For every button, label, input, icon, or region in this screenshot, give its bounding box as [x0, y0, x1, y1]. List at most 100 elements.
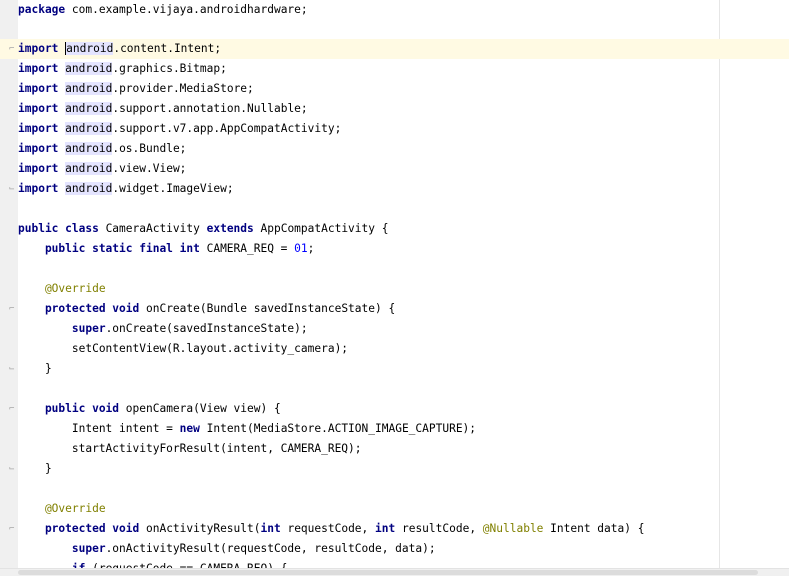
code-text: .view.View; — [112, 162, 187, 175]
code-line-import-2[interactable]: import android.graphics.Bitmap; — [0, 59, 789, 79]
code-line-oncreate-body-1[interactable]: super.onCreate(savedInstanceState); — [0, 319, 789, 339]
code-line-import-6[interactable]: import android.os.Bundle; — [0, 139, 789, 159]
code-text: requestCode, — [280, 522, 376, 535]
code-line-onactivity-body-1[interactable]: super.onActivityResult(requestCode, resu… — [0, 539, 789, 559]
line-text: import android.os.Bundle; — [18, 141, 186, 157]
code-text: .onCreate(savedInstanceState); — [105, 322, 308, 335]
line-text: import android.widget.ImageView; — [18, 181, 234, 197]
code-line-package[interactable]: package com.example.vijaya.androidhardwa… — [0, 0, 789, 20]
line-text: super.onActivityResult(requestCode, resu… — [18, 541, 436, 557]
code-text: onCreate(Bundle savedInstanceState) { — [139, 302, 396, 315]
line-text: package com.example.vijaya.androidhardwa… — [18, 2, 308, 18]
keyword: public void — [18, 402, 120, 415]
line-text: public static final int CAMERA_REQ = 01; — [18, 241, 314, 257]
code-text: onActivityResult( — [139, 522, 261, 535]
code-line-field[interactable]: public static final int CAMERA_REQ = 01; — [0, 239, 789, 259]
code-line-close-1[interactable]: ⌙ } — [0, 359, 789, 379]
code-line-import-7[interactable]: import android.view.View; — [0, 159, 789, 179]
scrollbar-thumb[interactable] — [18, 570, 758, 575]
keyword: protected void — [18, 522, 140, 535]
line-text: import android.graphics.Bitmap; — [18, 61, 227, 77]
code-line-import-4[interactable]: import android.support.annotation.Nullab… — [0, 99, 789, 119]
keyword: import — [18, 162, 59, 175]
keyword: super — [18, 542, 106, 555]
keyword: int — [260, 522, 281, 535]
annotation-text: @Override — [18, 282, 106, 295]
identifier-highlight: android — [65, 162, 113, 175]
keyword: extends — [206, 222, 254, 235]
fold-marker-icon[interactable]: ⌐ — [9, 45, 16, 54]
line-text: import android.content.Intent; — [18, 41, 221, 57]
code-line-opencamera-body-2[interactable]: startActivityForResult(intent, CAMERA_RE… — [0, 439, 789, 459]
code-line-onactivity-sig[interactable]: ⌐ protected void onActivityResult(int re… — [0, 519, 789, 539]
code-editor[interactable]: package com.example.vijaya.androidhardwa… — [0, 0, 789, 575]
code-line-import-5[interactable]: import android.support.v7.app.AppCompatA… — [0, 119, 789, 139]
code-text: CameraActivity — [98, 222, 207, 235]
keyword: import — [18, 62, 59, 75]
code-line-close-2[interactable]: ⌙ } — [0, 459, 789, 479]
code-line-oncreate-body-2[interactable]: setContentView(R.layout.activity_camera)… — [0, 339, 789, 359]
number-literal: 01 — [294, 242, 308, 255]
annotation-text: @Override — [18, 502, 106, 515]
keyword: import — [18, 82, 59, 95]
line-text: import android.view.View; — [18, 161, 186, 177]
code-line-override-1[interactable]: @Override — [0, 279, 789, 299]
keyword: import — [18, 122, 59, 135]
keyword: package — [18, 3, 66, 16]
code-text: resultCode, — [395, 522, 483, 535]
keyword: import — [18, 182, 59, 195]
keyword: public class — [18, 222, 99, 235]
fold-marker-icon[interactable]: ⌙ — [9, 465, 16, 474]
code-text: Intent data) { — [543, 522, 645, 535]
annotation-text: @Nullable — [482, 522, 544, 535]
line-text: super.onCreate(savedInstanceState); — [18, 321, 308, 337]
line-text: public class CameraActivity extends AppC… — [18, 221, 388, 237]
identifier-highlight: android — [65, 122, 113, 135]
line-text: public void openCamera(View view) { — [18, 401, 281, 417]
keyword: new — [179, 422, 200, 435]
fold-marker-icon[interactable]: ⌐ — [9, 405, 16, 414]
identifier-highlight: android — [65, 182, 113, 195]
keyword: import — [18, 142, 59, 155]
code-text: ; — [307, 242, 315, 255]
keyword: protected void — [18, 302, 140, 315]
keyword: public static final int — [18, 242, 200, 255]
line-text: startActivityForResult(intent, CAMERA_RE… — [18, 442, 362, 455]
code-text: .widget.ImageView; — [112, 182, 234, 195]
code-line-import-1[interactable]: ⌐ import android.content.Intent; — [0, 39, 789, 59]
line-text: import android.support.v7.app.AppCompatA… — [18, 121, 341, 137]
line-text: protected void onActivityResult(int requ… — [18, 521, 645, 537]
identifier-highlight: android — [65, 42, 114, 55]
code-line-opencamera-sig[interactable]: ⌐ public void openCamera(View view) { — [0, 399, 789, 419]
code-line-oncreate-sig[interactable]: ⌐ protected void onCreate(Bundle savedIn… — [0, 299, 789, 319]
fold-marker-icon[interactable]: ⌙ — [9, 185, 16, 194]
code-line-class-decl[interactable]: public class CameraActivity extends AppC… — [0, 219, 789, 239]
code-text: .os.Bundle; — [112, 142, 187, 155]
keyword: import — [18, 102, 59, 115]
keyword: import — [18, 42, 59, 55]
fold-marker-icon[interactable]: ⌙ — [9, 365, 16, 374]
line-text: setContentView(R.layout.activity_camera)… — [18, 342, 349, 355]
fold-marker-icon[interactable]: ⌐ — [9, 525, 16, 534]
code-text: AppCompatActivity { — [253, 222, 389, 235]
keyword: int — [375, 522, 396, 535]
keyword: super — [18, 322, 106, 335]
line-text: } — [18, 462, 52, 475]
code-text: .support.annotation.Nullable; — [112, 102, 308, 115]
code-text: CAMERA_REQ = — [199, 242, 295, 255]
code-text: Intent intent = — [18, 422, 180, 435]
code-text: Intent(MediaStore.ACTION_IMAGE_CAPTURE); — [199, 422, 477, 435]
identifier-highlight: android — [65, 82, 113, 95]
code-text: .content.Intent; — [113, 42, 222, 55]
line-text: import android.support.annotation.Nullab… — [18, 101, 308, 117]
fold-marker-icon[interactable]: ⌐ — [9, 305, 16, 314]
code-line-import-3[interactable]: import android.provider.MediaStore; — [0, 79, 789, 99]
code-text: .provider.MediaStore; — [112, 82, 254, 95]
code-line-opencamera-body-1[interactable]: Intent intent = new Intent(MediaStore.AC… — [0, 419, 789, 439]
code-text: openCamera(View view) { — [119, 402, 281, 415]
code-text: .support.v7.app.AppCompatActivity; — [112, 122, 342, 135]
line-text: import android.provider.MediaStore; — [18, 81, 254, 97]
code-line-override-2[interactable]: @Override — [0, 499, 789, 519]
identifier-highlight: android — [65, 142, 113, 155]
code-line-import-8[interactable]: ⌙ import android.widget.ImageView; — [0, 179, 789, 199]
